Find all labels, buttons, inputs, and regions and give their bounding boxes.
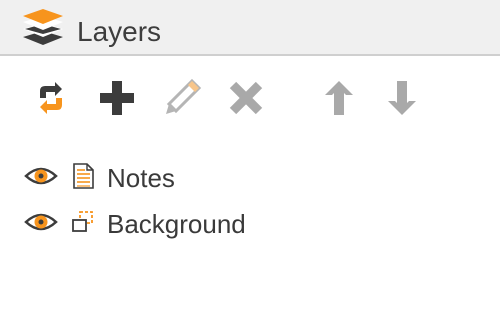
delete-layer-button[interactable] — [226, 78, 266, 118]
layer-list: Notes Background — [0, 155, 500, 247]
add-layer-button[interactable] — [97, 78, 137, 118]
move-layer-up-button[interactable] — [319, 78, 359, 118]
edit-layer-button[interactable] — [162, 78, 202, 118]
layers-stack-icon — [21, 7, 65, 47]
layers-panel: Layers Notes Background — [0, 0, 500, 317]
arrow-up-icon — [325, 81, 353, 115]
eye-icon[interactable] — [24, 164, 58, 188]
eye-icon[interactable] — [24, 210, 58, 234]
document-icon — [70, 162, 96, 190]
layer-row-background[interactable]: Background — [0, 201, 500, 247]
image-layer-icon — [70, 208, 96, 236]
sync-arrows-icon — [40, 82, 62, 114]
layer-label: Background — [107, 209, 246, 239]
x-icon — [229, 81, 263, 115]
refresh-layers-button[interactable] — [31, 78, 71, 118]
panel-header: Layers — [0, 0, 500, 56]
arrow-down-icon — [388, 81, 416, 115]
panel-title: Layers — [77, 16, 162, 47]
pencil-icon — [166, 78, 202, 114]
layer-label: Notes — [107, 163, 175, 193]
plus-icon — [100, 81, 134, 115]
layer-row-notes[interactable]: Notes — [0, 155, 500, 201]
move-layer-down-button[interactable] — [382, 78, 422, 118]
